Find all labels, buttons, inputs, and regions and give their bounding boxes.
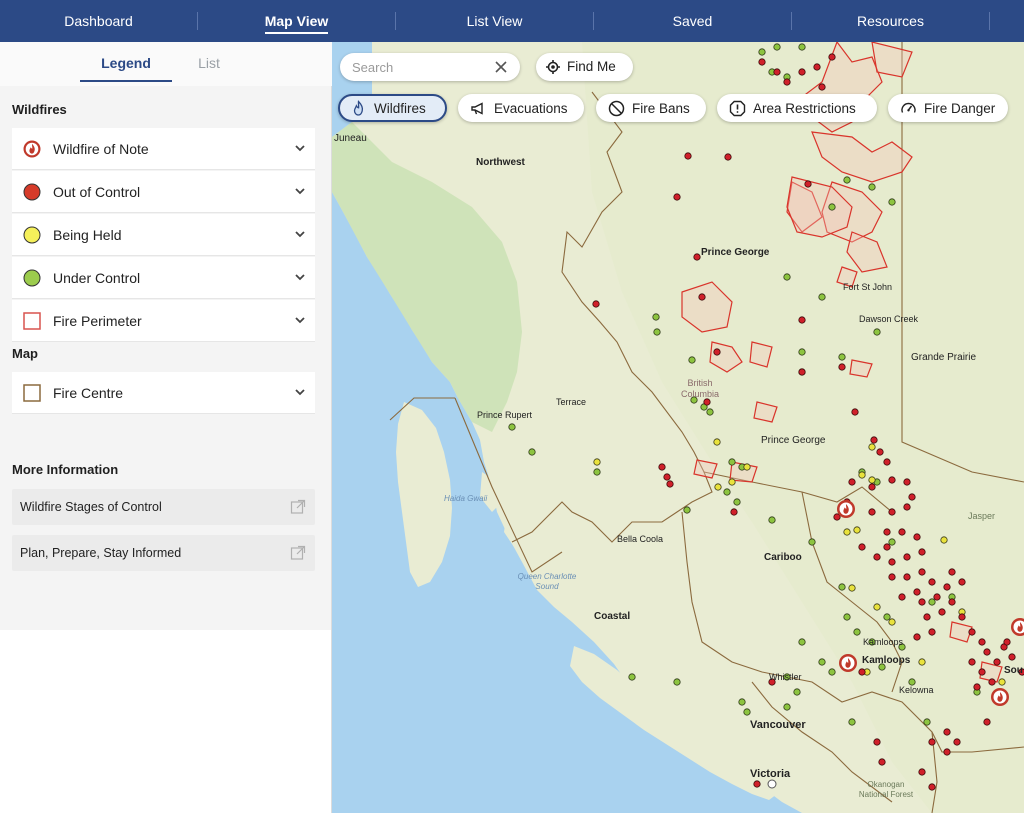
red-dot-icon — [23, 183, 41, 201]
legend-item-being-held[interactable]: Being Held — [12, 214, 315, 256]
find-me-label: Find Me — [567, 59, 616, 74]
map-label-kelowna: Kelowna — [899, 685, 934, 695]
map-label-kamloops-region: Kamloops — [862, 655, 911, 666]
top-navigation: Dashboard Map View List View Saved Resou… — [0, 0, 1024, 42]
chevron-down-icon[interactable] — [293, 227, 307, 241]
map-label-south: Sou — [1004, 665, 1023, 676]
wildfire-map[interactable]: Juneau Northwest Prince George Fort St J… — [332, 42, 1024, 813]
map-search — [340, 53, 520, 81]
more-information-title: More Information — [12, 462, 119, 477]
legend-item-fire-centre[interactable]: Fire Centre — [12, 372, 315, 414]
nav-map-view-label: Map View — [264, 13, 329, 34]
megaphone-icon — [471, 102, 483, 115]
chip-label: Evacuations — [494, 101, 568, 116]
map-label-jasper: Jasper — [968, 511, 996, 521]
chip-label: Fire Danger — [924, 101, 996, 116]
chevron-down-icon[interactable] — [293, 313, 307, 327]
link-plan-prepare-stay-informed[interactable]: Plan, Prepare, Stay Informed — [12, 535, 315, 571]
info-link-label: Plan, Prepare, Stay Informed — [20, 546, 182, 560]
legend-item-label: Fire Centre — [53, 385, 124, 401]
no-symbol-icon — [608, 100, 625, 117]
yellow-dot-icon — [23, 226, 41, 244]
map-label-bella-coola: Bella Coola — [617, 534, 664, 544]
chevron-down-icon[interactable] — [293, 270, 307, 284]
chevron-down-icon[interactable] — [293, 141, 307, 155]
nav-dashboard[interactable]: Dashboard — [0, 0, 197, 42]
map-label-victoria: Victoria — [750, 768, 791, 780]
chip-area-restrictions[interactable]: Area Restrictions — [717, 94, 877, 122]
legend-item-fire-perimeter[interactable]: Fire Perimeter — [12, 300, 315, 342]
map-label-coastal: Coastal — [594, 611, 631, 622]
search-input[interactable] — [352, 58, 492, 76]
map-label-terrace: Terrace — [556, 397, 587, 407]
nav-resources[interactable]: Resources — [792, 0, 989, 42]
nav-list-view[interactable]: List View — [396, 0, 593, 42]
chip-label: Wildfires — [374, 101, 426, 116]
legend-item-under-control[interactable]: Under Control — [12, 257, 315, 299]
tab-legend[interactable]: Legend — [80, 55, 172, 82]
legend-item-wildfire-of-note[interactable]: Wildfire of Note — [12, 128, 315, 170]
nav-list-view-label: List View — [466, 13, 523, 29]
chevron-down-icon[interactable] — [293, 184, 307, 198]
map-canvas[interactable] — [332, 42, 1024, 813]
sidebar-tabs: Legend List — [0, 42, 332, 86]
chip-label: Fire Bans — [632, 101, 690, 116]
map-label-british-columbia: British Columbia — [680, 378, 720, 399]
map-label-juneau: Juneau — [334, 133, 367, 144]
legend-item-label: Out of Control — [53, 184, 141, 200]
map-label-haida-gwaii: Haida Gwaii — [444, 494, 488, 503]
nav-divider — [989, 12, 990, 30]
info-link-label: Wildfire Stages of Control — [20, 500, 162, 514]
map-label-dawson-creek: Dawson Creek — [859, 314, 919, 324]
gauge-icon — [901, 102, 916, 113]
map-section-title: Map — [12, 346, 38, 361]
external-link-icon — [290, 545, 306, 560]
chip-wildfires[interactable]: Wildfires — [338, 94, 447, 122]
wildfires-section-title: Wildfires — [12, 102, 67, 117]
nav-resources-label: Resources — [857, 13, 924, 29]
nav-saved[interactable]: Saved — [594, 0, 791, 42]
legend-item-label: Fire Perimeter — [53, 313, 142, 329]
chevron-down-icon[interactable] — [293, 385, 307, 399]
chip-fire-danger[interactable]: Fire Danger — [888, 94, 1008, 122]
chip-fire-bans[interactable]: Fire Bans — [596, 94, 706, 122]
map-label-fort-st-john: Fort St John — [843, 282, 893, 292]
map-label-cariboo: Cariboo — [764, 552, 802, 563]
link-wildfire-stages-of-control[interactable]: Wildfire Stages of Control — [12, 489, 315, 525]
chip-label: Area Restrictions — [753, 101, 856, 116]
map-label-prince-george-region: Prince George — [701, 247, 770, 258]
map-label-kamloops-small: Kamloops — [863, 637, 904, 647]
nav-dashboard-label: Dashboard — [64, 13, 133, 29]
perimeter-square-icon — [23, 312, 41, 330]
map-label-northwest: Northwest — [476, 157, 525, 168]
fire-centre-square-icon — [23, 384, 41, 402]
location-crosshair-icon — [546, 60, 560, 74]
find-me-button[interactable]: Find Me — [536, 53, 633, 81]
legend-item-label: Wildfire of Note — [53, 141, 149, 157]
legend-panel: Wildfires Wildfire of Note Out of Contro… — [0, 86, 331, 630]
map-label-whistler: Whistler — [769, 672, 802, 682]
green-dot-icon — [23, 269, 41, 287]
map-label-queen-charlotte-sound: Queen Charlotte Sound — [517, 572, 577, 591]
flame-icon — [353, 100, 364, 116]
map-label-prince-rupert: Prince Rupert — [477, 410, 533, 420]
map-label-okanogan: Okanogan National Forest — [858, 780, 914, 799]
map-label-vancouver: Vancouver — [750, 719, 806, 731]
nav-map-view[interactable]: Map View — [198, 0, 395, 42]
legend-item-label: Under Control — [53, 270, 141, 286]
close-icon[interactable] — [494, 60, 508, 74]
nav-saved-label: Saved — [672, 13, 713, 29]
legend-item-out-of-control[interactable]: Out of Control — [12, 171, 315, 213]
chip-evacuations[interactable]: Evacuations — [458, 94, 584, 122]
map-label-grande-prairie: Grande Prairie — [911, 352, 977, 363]
map-label-prince-george-city: Prince George — [761, 435, 826, 446]
wildfire-of-note-icon — [23, 140, 41, 158]
tab-list[interactable]: List — [172, 55, 246, 71]
external-link-icon — [290, 499, 306, 514]
legend-sidebar: Legend List Wildfires Wildfire of Note O… — [0, 42, 332, 813]
warning-icon — [729, 100, 746, 117]
legend-item-label: Being Held — [53, 227, 122, 243]
